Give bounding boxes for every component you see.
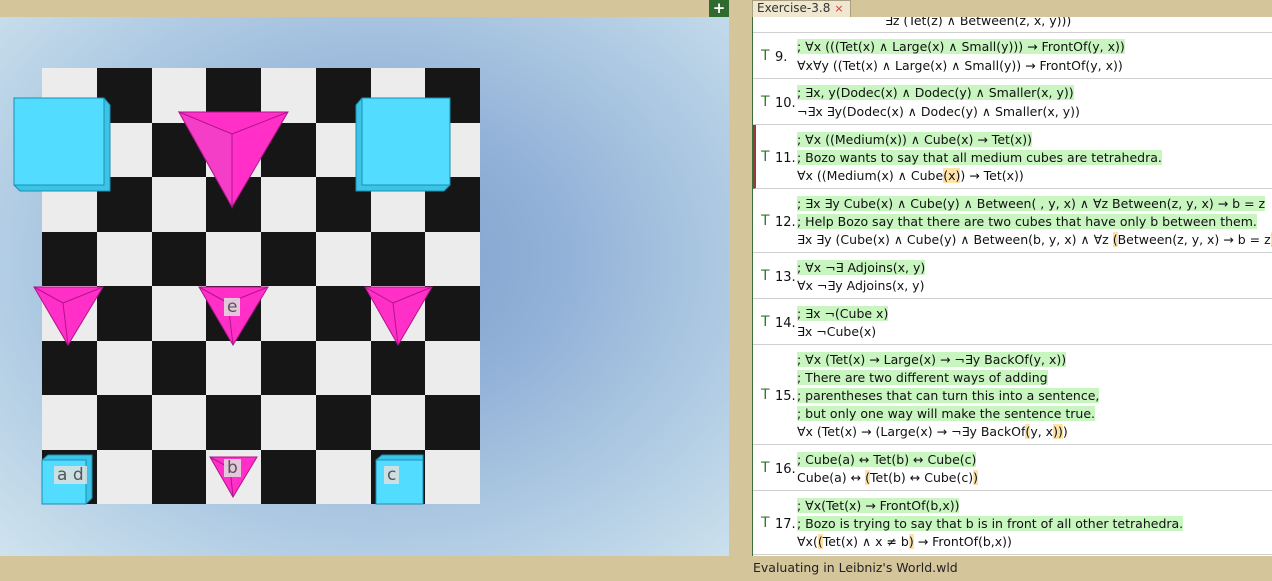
- sentence-comment: ; ∀x (Tet(x) → Large(x) → ¬∃y BackOf(y, …: [797, 352, 1067, 367]
- sentence-comment: ; parentheses that can turn this into a …: [797, 388, 1100, 403]
- truth-value: T: [761, 149, 770, 165]
- sentence-row-11[interactable]: T 11. ; ∀x ((Medium(x)) ∧ Cube(x) → Tet(…: [753, 125, 1272, 189]
- sentence-number: 12.: [775, 215, 796, 230]
- world-view[interactable]: e b a d c: [0, 17, 729, 556]
- sentence-comment: ; Cube(a) ↔ Tet(b) ↔ Cube(c): [797, 452, 977, 467]
- tab-exercise[interactable]: Exercise-3.8 ×: [752, 0, 851, 18]
- large-cube[interactable]: [13, 97, 111, 192]
- add-world-button[interactable]: +: [709, 0, 729, 17]
- sentence-formula: ∃z (Tet(z) ∧ Between(z, x, y))): [885, 17, 1072, 28]
- sentence-formula: ∃x ∃y (Cube(x) ∧ Cube(y) ∧ Between(b, y,…: [797, 232, 1272, 247]
- sentence-formula: Cube(a) ↔ (Tet(b) ↔ Cube(c)): [797, 470, 979, 485]
- panel-divider[interactable]: [729, 0, 752, 581]
- truth-value: T: [761, 213, 770, 229]
- sentence-row-16[interactable]: T 16. ; Cube(a) ↔ Tet(b) ↔ Cube(c) Cube(…: [753, 445, 1272, 491]
- truth-value: T: [761, 48, 770, 64]
- top-strip: [0, 0, 729, 17]
- truth-value: T: [761, 387, 770, 403]
- truth-value: T: [761, 314, 770, 330]
- sentence-comment: ; Bozo is trying to say that b is in fro…: [797, 516, 1184, 531]
- label-e: e: [224, 298, 241, 316]
- label-a-d: a d: [54, 466, 87, 484]
- sentence-comment: ; There are two different ways of adding: [797, 370, 1048, 385]
- label-b: b: [224, 459, 241, 477]
- sentence-comment: ; Help Bozo say that there are two cubes…: [797, 214, 1257, 229]
- sentence-comment: ; ∃x, y(Dodec(x) ∧ Dodec(y) ∧ Smaller(x,…: [797, 85, 1074, 100]
- sentence-comment: ; ∀x ((Medium(x)) ∧ Cube(x) → Tet(x)): [797, 132, 1032, 147]
- sentence-row-13[interactable]: T 13. ; ∀x ¬∃ Adjoins(x, y) ∀x ¬∃y Adjoi…: [753, 253, 1272, 299]
- label-c: c: [384, 466, 400, 484]
- sentence-row-14[interactable]: T 14. ; ∃x ¬(Cube x) ∃x ¬Cube(x): [753, 299, 1272, 345]
- sentence-number: 14.: [775, 316, 796, 331]
- sentence-number: 15.: [775, 389, 796, 404]
- sentence-formula: ∀x∀y ((Tet(x) ∧ Large(x) ∧ Small(y)) → F…: [797, 58, 1123, 73]
- tab-close-icon[interactable]: ×: [834, 2, 843, 15]
- sentence-comment: ; Bozo wants to say that all medium cube…: [797, 150, 1162, 165]
- sentence-number: 16.: [775, 462, 796, 477]
- truth-value: T: [761, 94, 770, 110]
- sentence-number: 17.: [775, 517, 796, 532]
- sentence-formula: ¬∃x ∃y(Dodec(x) ∧ Dodec(y) ∧ Smaller(x, …: [797, 104, 1080, 119]
- sentence-formula: ∀x (Tet(x) → (Large(x) → ¬∃y BackOf(y, x…: [797, 424, 1068, 439]
- medium-tetrahedron[interactable]: [33, 286, 104, 346]
- sentence-comment: ; but only one way will make the sentenc…: [797, 406, 1096, 421]
- sentence-comment: ; ∃x ∃y Cube(x) ∧ Cube(y) ∧ Between( , y…: [797, 196, 1266, 211]
- sentence-row-12[interactable]: T 12. ; ∃x ∃y Cube(x) ∧ Cube(y) ∧ Betwee…: [753, 189, 1272, 253]
- truth-value: T: [761, 268, 770, 284]
- sentence-comment: ; ∀x(Tet(x) → FrontOf(b,x)): [797, 498, 960, 513]
- sentence-comment: ; ∀x (((Tet(x) ∧ Large(x) ∧ Small(y))) →…: [797, 39, 1125, 54]
- large-cube[interactable]: [355, 97, 451, 192]
- sentence-row-15[interactable]: T 15. ; ∀x (Tet(x) → Large(x) → ¬∃y Back…: [753, 345, 1272, 445]
- sentence-formula: ∃x ¬Cube(x): [797, 324, 877, 339]
- world-objects[interactable]: [0, 17, 729, 556]
- sentence-formula: ∀x((Tet(x) ∧ x ≠ b) → FrontOf(b,x)): [797, 534, 1012, 549]
- sentence-row-9[interactable]: T 9. ; ∀x (((Tet(x) ∧ Large(x) ∧ Small(y…: [753, 33, 1272, 79]
- medium-tetrahedron[interactable]: [364, 286, 433, 346]
- status-bar: Evaluating in Leibniz's World.wld: [753, 560, 958, 575]
- sentence-formula: ∀x ¬∃y Adjoins(x, y): [797, 278, 925, 293]
- sentence-row-17[interactable]: T 17. ; ∀x(Tet(x) → FrontOf(b,x)) ; Bozo…: [753, 491, 1272, 555]
- sentence-row-partial[interactable]: ∃z (Tet(z) ∧ Between(z, x, y))): [753, 17, 1272, 33]
- sentence-row-10[interactable]: T 10. ; ∃x, y(Dodec(x) ∧ Dodec(y) ∧ Smal…: [753, 79, 1272, 125]
- sentence-comment: ; ∃x ¬(Cube x): [797, 306, 889, 321]
- sentence-number: 13.: [775, 270, 796, 285]
- sentence-comment: ; ∀x ¬∃ Adjoins(x, y): [797, 260, 926, 275]
- tab-title: Exercise-3.8: [757, 1, 831, 15]
- truth-value: T: [761, 515, 770, 531]
- sentence-number: 9.: [775, 50, 788, 65]
- truth-value: T: [761, 460, 770, 476]
- sentence-panel[interactable]: ∃z (Tet(z) ∧ Between(z, x, y))) T 9. ; ∀…: [752, 17, 1272, 556]
- sentence-formula: ∀x ((Medium(x) ∧ Cube(x)) → Tet(x)): [797, 168, 1024, 183]
- sentence-number: 11.: [775, 151, 796, 166]
- sentence-number: 10.: [775, 96, 796, 111]
- large-tetrahedron[interactable]: [177, 110, 289, 209]
